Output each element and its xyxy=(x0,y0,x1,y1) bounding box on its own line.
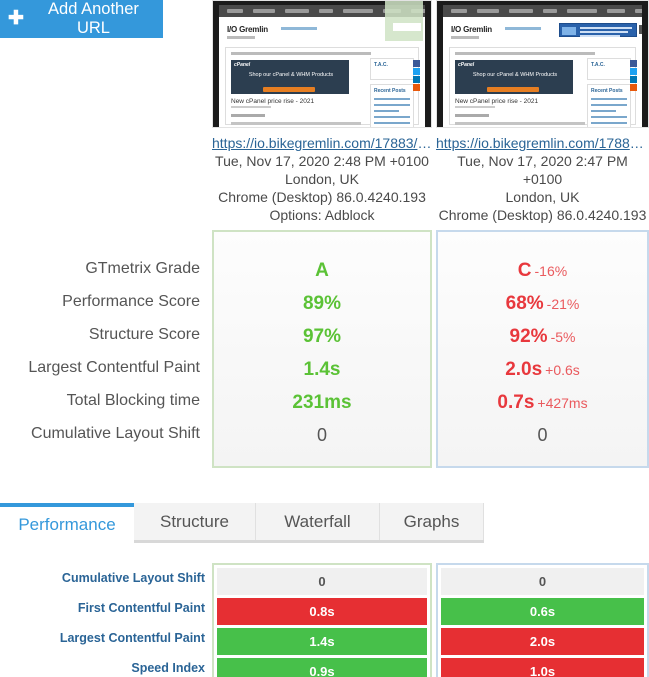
add-another-url-button[interactable]: ✚ Add Another URL xyxy=(0,0,163,38)
summary-value: 97% xyxy=(302,326,342,347)
thumb-hero-text-2: Shop our cPanel & WHM Products xyxy=(472,72,558,78)
tab-performance[interactable]: Performance xyxy=(0,503,134,543)
summary-value: 0.7s xyxy=(497,392,535,413)
report-column-2: I/O Gremlin cPanel Shop our cPanel & WHM… xyxy=(436,0,649,224)
summary-value: 0 xyxy=(537,425,548,445)
report-browser-1: Chrome (Desktop) 86.0.4240.193 xyxy=(218,189,426,205)
chart-metric-labels: Cumulative Layout Shift First Contentful… xyxy=(0,563,205,677)
report-column-1: I/O Gremlin cPanel Shop our cPanel & WHM… xyxy=(212,0,432,224)
summary-row-total-blocking-time-2: 0.7s +427ms xyxy=(438,386,647,419)
thumb-side-recent-2: Recent Posts xyxy=(591,88,623,94)
summary-row-performance-score-2: 68% -21% xyxy=(438,287,647,320)
chart-bar: 0 xyxy=(441,568,644,595)
tab-label: Graphs xyxy=(403,511,460,531)
chart-bar: 1.4s xyxy=(217,628,427,655)
tab-label: Structure xyxy=(160,511,229,531)
plus-icon: ✚ xyxy=(8,8,24,29)
chart-label-speed-index[interactable]: Speed Index xyxy=(0,653,205,677)
summary-delta: -5% xyxy=(550,329,576,345)
summary-label-total-blocking-time: Total Blocking time xyxy=(66,392,200,409)
chart-column-2: 0 0.6s 2.0s 1.0s xyxy=(436,563,649,677)
summary-row-gtmetrix-grade-2: C -16% xyxy=(438,254,647,287)
thumb-brand-1: I/O Gremlin xyxy=(227,25,268,34)
thumb-side-tags-1: T.A.C. xyxy=(374,62,388,68)
chart-bar: 0.9s xyxy=(217,658,427,677)
tabs-filler xyxy=(484,503,649,543)
report-url-link-2[interactable]: https://io.bikegremlin.com/17883/n... xyxy=(436,134,649,152)
summary-value: 1.4s xyxy=(303,359,341,380)
report-thumbnail-2[interactable]: I/O Gremlin cPanel Shop our cPanel & WHM… xyxy=(436,0,649,128)
summary-row-cumulative-layout-shift-1: 0 xyxy=(214,419,430,452)
summary-metric-labels: GTmetrix Grade Performance Score Structu… xyxy=(0,252,200,450)
summary-row-structure-score-1: 97% xyxy=(214,320,430,353)
summary-box-1: A 89% 97% 1.4s 231ms 0 xyxy=(212,230,432,468)
summary-row-structure-score-2: 92% -5% xyxy=(438,320,647,353)
report-url-link-1[interactable]: https://io.bikegremlin.com/17883/n... xyxy=(212,134,432,152)
chart-column-1: 0 0.8s 1.4s 0.9s xyxy=(212,563,432,677)
report-location-1: London, UK xyxy=(285,171,359,187)
summary-label-largest-contentful-paint: Largest Contentful Paint xyxy=(28,359,200,376)
report-tabs: Performance Structure Waterfall Graphs xyxy=(0,503,649,543)
summary-row-gtmetrix-grade-1: A xyxy=(214,254,430,287)
thumb-ad-banner xyxy=(559,23,637,37)
summary-value: 2.0s xyxy=(505,359,543,380)
thumb-hero-brand-2: cPanel xyxy=(458,62,475,68)
summary-row-cumulative-layout-shift-2: 0 xyxy=(438,419,647,452)
add-another-url-label: Add Another URL xyxy=(48,0,139,37)
summary-row-performance-score-1: 89% xyxy=(214,287,430,320)
report-options-1: Options: Adblock xyxy=(269,207,375,223)
thumb-hero-brand-1: cPanel xyxy=(234,62,251,68)
summary-value: 89% xyxy=(302,293,342,314)
summary-value: A xyxy=(315,260,329,281)
report-meta-1: https://io.bikegremlin.com/17883/n... Tu… xyxy=(212,128,432,224)
summary-row-largest-contentful-paint-2: 2.0s +0.6s xyxy=(438,353,647,386)
tab-label: Performance xyxy=(18,515,116,534)
chart-label-cumulative-layout-shift[interactable]: Cumulative Layout Shift xyxy=(0,563,205,593)
report-meta-2: https://io.bikegremlin.com/17883/n... Tu… xyxy=(436,128,649,224)
thumb-article-title-1: New cPanel price rise - 2021 xyxy=(231,98,315,105)
report-timestamp-2: Tue, Nov 17, 2020 2:47 PM +0100 xyxy=(457,153,628,187)
summary-value: 0 xyxy=(316,425,327,445)
gtmetrix-comparison-page: ✚ Add Another URL I/O Gremlin cPanel Sho… xyxy=(0,0,649,677)
summary-value: 68% xyxy=(505,293,544,314)
chart-bar: 0.6s xyxy=(441,598,644,625)
summary-label-performance-score: Performance Score xyxy=(62,293,200,310)
chart-bar: 2.0s xyxy=(441,628,644,655)
chart-label-largest-contentful-paint[interactable]: Largest Contentful Paint xyxy=(0,623,205,653)
report-browser-2: Chrome (Desktop) 86.0.4240.193 xyxy=(438,207,647,223)
summary-delta: +427ms xyxy=(537,395,588,411)
summary-box-2: C -16% 68% -21% 92% -5% 2.0s +0.6s 0.7s +427m… xyxy=(436,230,649,468)
thumb-side-recent-1: Recent Posts xyxy=(374,88,406,94)
chart-bar: 1.0s xyxy=(441,658,644,677)
summary-label-gtmetrix-grade: GTmetrix Grade xyxy=(85,260,200,277)
summary-value: 231ms xyxy=(292,392,352,413)
tab-structure[interactable]: Structure xyxy=(134,503,256,540)
summary-value: C xyxy=(517,260,532,281)
summary-delta: -21% xyxy=(546,296,580,312)
report-timestamp-1: Tue, Nov 17, 2020 2:48 PM +0100 xyxy=(215,153,429,169)
report-location-2: London, UK xyxy=(505,189,580,205)
summary-value: 92% xyxy=(509,326,548,347)
thumb-side-tags-2: T.A.C. xyxy=(591,62,605,68)
tab-graphs[interactable]: Graphs xyxy=(380,503,484,540)
thumb-brand-2: I/O Gremlin xyxy=(451,25,492,34)
summary-row-total-blocking-time-1: 231ms xyxy=(214,386,430,419)
thumbnail-selection-overlay xyxy=(385,1,423,41)
tab-label: Waterfall xyxy=(284,511,351,531)
summary-label-cumulative-layout-shift: Cumulative Layout Shift xyxy=(31,425,200,442)
chart-label-first-contentful-paint[interactable]: First Contentful Paint xyxy=(0,593,205,623)
tab-waterfall[interactable]: Waterfall xyxy=(256,503,380,540)
summary-label-structure-score: Structure Score xyxy=(88,326,200,343)
chart-bar: 0.8s xyxy=(217,598,427,625)
chart-bar: 0 xyxy=(217,568,427,595)
summary-delta: -16% xyxy=(534,263,568,279)
summary-row-largest-contentful-paint-1: 1.4s xyxy=(214,353,430,386)
thumb-hero-text-1: Shop our cPanel & WHM Products xyxy=(248,72,334,78)
report-thumbnail-1[interactable]: I/O Gremlin cPanel Shop our cPanel & WHM… xyxy=(212,0,432,128)
summary-delta: +0.6s xyxy=(545,362,580,378)
thumb-article-title-2: New cPanel price rise - 2021 xyxy=(455,98,539,105)
